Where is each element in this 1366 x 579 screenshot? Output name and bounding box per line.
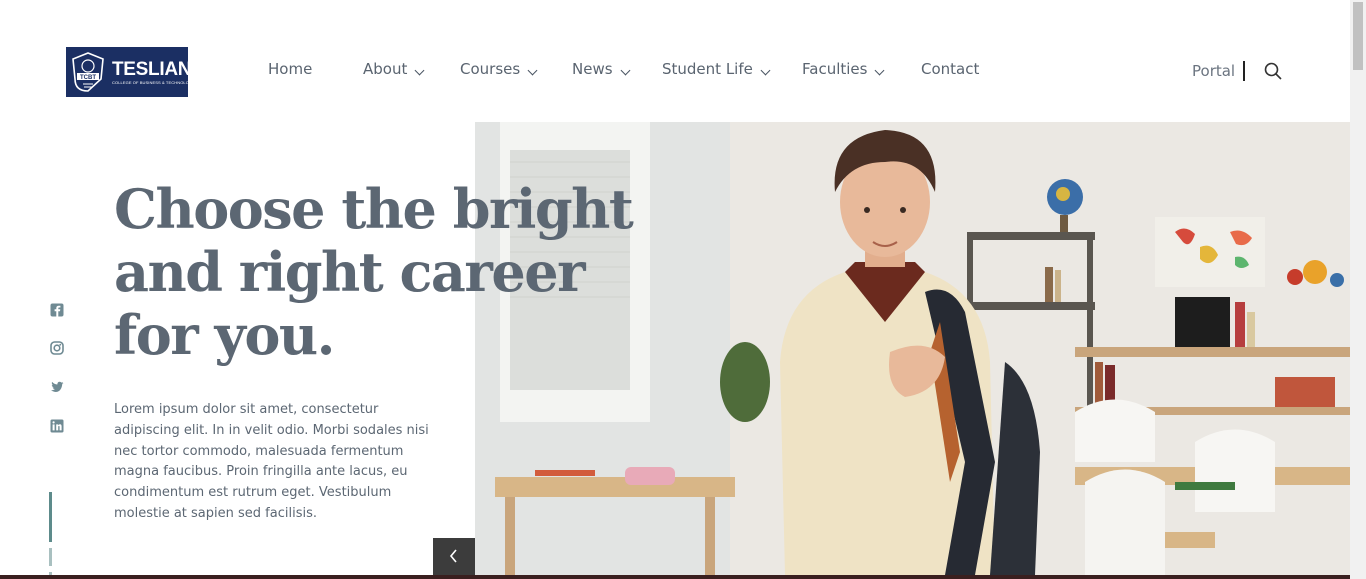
nav-item-home[interactable]: Home xyxy=(268,60,312,78)
hero-headline: Choose the bright and right career for y… xyxy=(114,177,634,367)
twitter-icon[interactable] xyxy=(50,379,64,393)
chevron-down-icon xyxy=(620,65,630,75)
bottom-strip xyxy=(0,575,1350,579)
nav-item-courses[interactable]: Courses xyxy=(460,60,538,78)
crest-icon: TCBT xyxy=(70,51,106,93)
chevron-down-icon xyxy=(875,65,885,75)
nav-divider xyxy=(1243,61,1245,81)
scrollbar-track[interactable] xyxy=(1350,0,1366,579)
scrollbar-thumb[interactable] xyxy=(1353,2,1363,70)
site-logo[interactable]: TCBT TESLIAN COLLEGE OF BUSINESS & TECHN… xyxy=(66,47,195,97)
nav-item-faculties[interactable]: Faculties xyxy=(802,60,885,78)
svg-text:TCBT: TCBT xyxy=(80,75,96,81)
nav-label: Contact xyxy=(921,60,980,78)
chevron-down-icon xyxy=(760,65,771,75)
hero-body-text: Lorem ipsum dolor sit amet, consectetur … xyxy=(114,402,429,521)
logo-text: TESLIAN COLLEGE OF BUSINESS & TECHNOLOGY xyxy=(112,58,195,85)
nav-item-about[interactable]: About xyxy=(363,60,425,78)
nav-label: News xyxy=(572,60,613,78)
nav-item-contact[interactable]: Contact xyxy=(921,60,979,78)
slide-indicator[interactable] xyxy=(49,548,52,566)
slide-indicator-active[interactable] xyxy=(49,492,52,542)
linkedin-icon[interactable] xyxy=(50,418,64,433)
site-header: TCBT TESLIAN COLLEGE OF BUSINESS & TECHN… xyxy=(0,0,1350,122)
nav-item-student-life[interactable]: Student Life xyxy=(662,60,771,78)
chevron-down-icon xyxy=(414,65,425,75)
portal-link[interactable]: Portal xyxy=(1192,62,1235,80)
chevron-down-icon xyxy=(527,65,538,75)
chevron-left-icon xyxy=(448,548,460,568)
nav-label: Home xyxy=(268,60,313,78)
search-icon[interactable] xyxy=(1264,62,1282,80)
brand-name: TESLIAN xyxy=(112,58,192,80)
nav-label: Student Life xyxy=(662,60,753,78)
nav-label: About xyxy=(363,60,408,78)
brand-tagline: COLLEGE OF BUSINESS & TECHNOLOGY xyxy=(112,79,195,85)
instagram-icon[interactable] xyxy=(50,340,64,355)
slider-prev-button[interactable] xyxy=(433,538,475,578)
nav-item-news[interactable]: News xyxy=(572,60,630,78)
nav-label: Faculties xyxy=(802,60,868,78)
nav-label: Courses xyxy=(460,60,521,78)
facebook-icon[interactable] xyxy=(50,302,64,317)
